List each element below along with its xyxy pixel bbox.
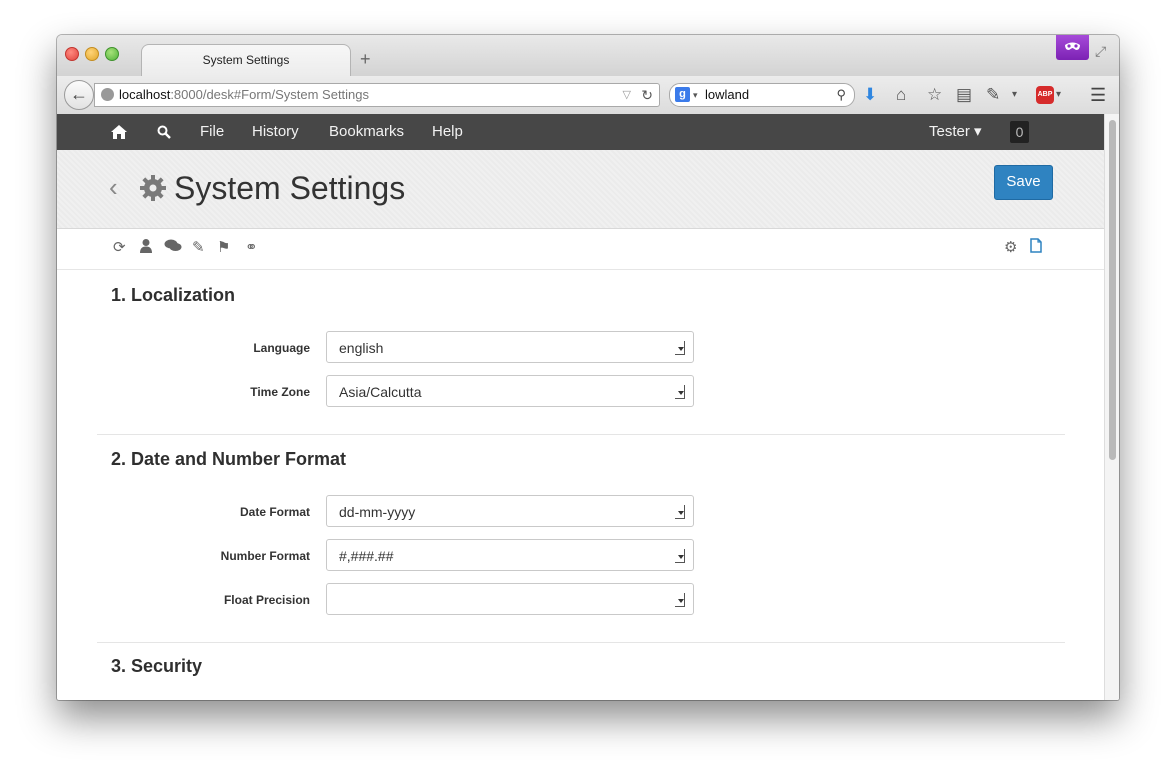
section-title-format: 2. Date and Number Format [111,449,347,469]
new-tab-button[interactable]: + [360,49,371,70]
page-title: System Settings [174,170,406,206]
scrollbar-thumb[interactable] [1109,120,1116,460]
browser-window: System Settings + ⤢ ← localhost:8000/des… [57,35,1119,700]
close-window-button[interactable] [65,47,79,61]
url-dropdown-icon[interactable]: ▽ [623,84,631,106]
settings-gear-icon [139,174,167,209]
date-format-select[interactable]: dd-mm-yyyy [326,495,694,527]
search-input[interactable]: lowland [705,84,749,106]
section-title-localization: 1. Localization [111,285,236,305]
chevron-down-icon [675,505,685,519]
back-chevron-icon[interactable]: ‹ [109,172,118,203]
save-button[interactable]: Save [994,165,1053,200]
timezone-select[interactable]: Asia/Calcutta [326,375,694,407]
number-format-label: Number Format [220,549,310,563]
home-nav-icon[interactable] [110,114,128,150]
fullscreen-icon[interactable]: ⤢ [1095,43,1106,60]
back-button[interactable]: ← [64,80,94,110]
tab-strip: System Settings + ⤢ [57,35,1119,77]
float-precision-label: Float Precision [223,593,310,607]
section-divider [97,434,1065,435]
link-icon[interactable]: ⚭ [245,238,258,258]
chevron-down-icon [675,549,685,563]
adblock-dropdown-icon[interactable]: ▾ [1056,85,1061,105]
bookmark-star-icon[interactable]: ☆ [927,85,942,105]
reading-list-icon[interactable]: ▤ [956,85,972,105]
hamburger-menu-icon[interactable]: ☰ [1090,85,1106,106]
url-path: :8000/desk#Form/System Settings [170,87,370,102]
url-text: localhost:8000/desk#Form/System Settings [119,84,369,106]
search-engine-dropdown-icon[interactable]: ▾ [693,84,698,106]
dev-tools-icon[interactable]: ✎ [986,85,1000,105]
nav-help[interactable]: Help [432,114,463,150]
browser-tab-title: System Settings [202,53,290,67]
flag-icon[interactable]: ⚑ [217,238,230,258]
browser-navbar: ← localhost:8000/desk#Form/System Settin… [57,76,1119,115]
number-format-select[interactable]: #,###.## [326,539,694,571]
reload-icon[interactable]: ↻ [641,84,653,106]
chevron-down-icon [675,385,685,399]
search-icon[interactable]: ⚲ [836,84,846,106]
adblock-icon[interactable]: ABP [1036,86,1054,104]
date-format-value: dd-mm-yyyy [339,504,416,520]
download-icon[interactable]: ⬇ [863,85,877,105]
vertical-scrollbar[interactable] [1104,114,1119,700]
date-format-label: Date Format [239,505,310,519]
refresh-icon[interactable]: ⟳ [113,238,126,258]
home-icon[interactable]: ⌂ [896,85,906,105]
timezone-value: Asia/Calcutta [339,384,422,400]
float-precision-select[interactable] [326,583,694,615]
nav-bookmarks[interactable]: Bookmarks [329,114,404,150]
comments-icon[interactable] [164,238,182,259]
nav-file[interactable]: File [200,114,224,150]
language-label: Language [253,341,310,355]
tools-dropdown-icon[interactable]: ▾ [1012,85,1017,105]
timezone-label: Time Zone [250,385,310,399]
settings-icon[interactable]: ⚙ [1004,238,1017,258]
browser-tab[interactable]: System Settings [141,44,351,77]
search-bar[interactable]: g ▾ lowland ⚲ [669,83,855,107]
chevron-down-icon [675,593,685,607]
globe-icon [101,88,114,101]
user-menu[interactable]: Tester ▾ [929,114,982,150]
section-title-security: 3. Security [111,656,203,676]
nav-history[interactable]: History [252,114,299,150]
private-mask-icon[interactable] [1056,35,1089,60]
form-toolbar: ⟳ ✎ ⚑ ⚭ ⚙ [57,229,1104,270]
notification-count[interactable]: 0 [1010,121,1029,143]
chevron-down-icon [675,341,685,355]
language-value: english [339,340,384,356]
app-navbar: File History Bookmarks Help Tester ▾ 0 [57,114,1104,151]
search-engine-icon[interactable]: g [675,87,690,102]
section-divider [97,642,1065,643]
attachment-icon[interactable]: ✎ [192,238,205,258]
user-icon[interactable] [139,238,153,259]
minimize-window-button[interactable] [85,47,99,61]
page-header: ‹ System Settings Save [57,150,1104,229]
zoom-window-button[interactable] [105,47,119,61]
url-bar[interactable]: localhost:8000/desk#Form/System Settings… [94,83,660,107]
search-nav-icon[interactable] [157,114,171,150]
url-host: localhost [119,87,171,102]
number-format-value: #,###.## [339,548,394,564]
language-select[interactable]: english [326,331,694,363]
document-icon[interactable] [1030,238,1042,259]
form-content: 1. Localization Language english Time Zo… [57,269,1104,700]
